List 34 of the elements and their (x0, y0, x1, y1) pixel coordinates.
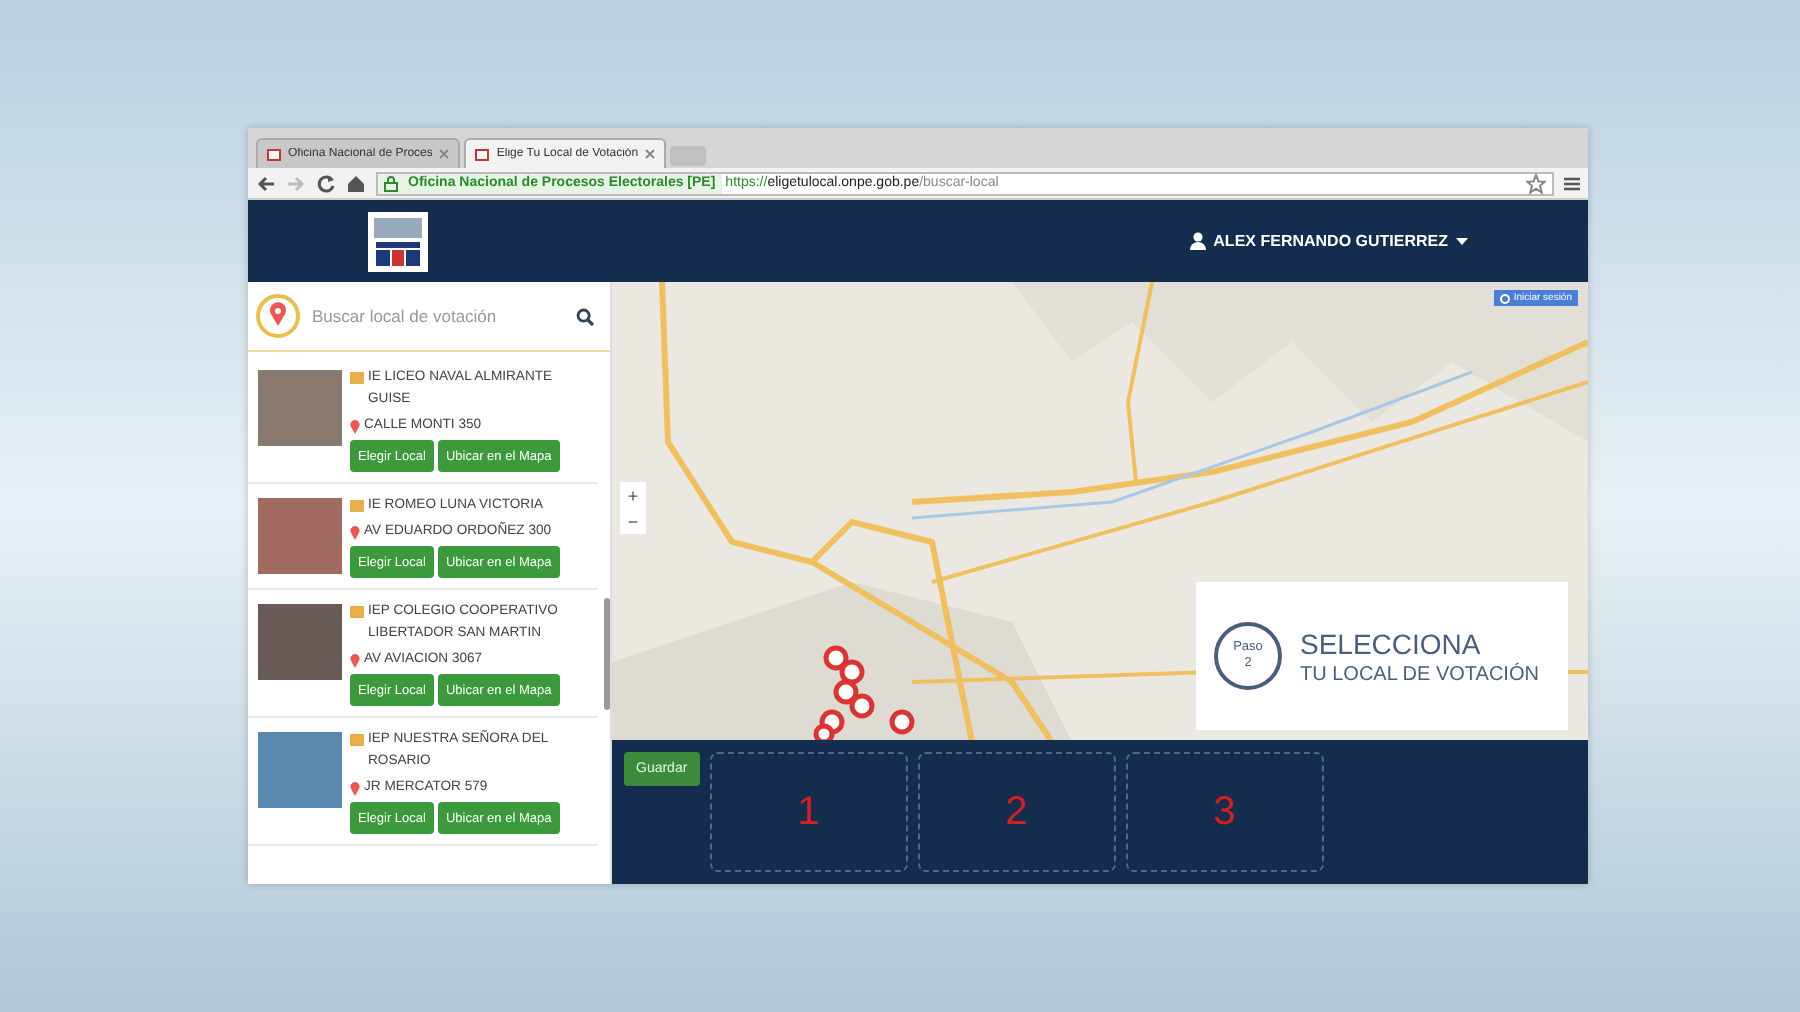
map-pin-icon (350, 526, 360, 540)
close-icon (644, 148, 657, 160)
close-icon (438, 148, 451, 160)
lock-icon (384, 175, 398, 191)
photo-placeholder (258, 498, 342, 574)
menu-icon (1564, 175, 1580, 191)
user-icon (1189, 232, 1206, 250)
map-pin-icon (350, 782, 360, 796)
star-icon (1526, 173, 1546, 193)
photo-placeholder (258, 370, 342, 446)
search-icon (576, 307, 594, 325)
location-pin-icon (256, 294, 300, 338)
favicon-icon (266, 146, 282, 162)
caret-icon (1456, 237, 1468, 245)
user-menu[interactable]: ALEX FERNANDO GUTIERREZ (1189, 232, 1468, 250)
forward-icon (286, 173, 306, 193)
zoom-out-button[interactable]: − (620, 508, 646, 534)
new-tab-button[interactable] (670, 146, 707, 166)
favicon-icon (474, 146, 491, 162)
home-icon (346, 173, 366, 193)
choice-slot[interactable]: 2 (917, 752, 1116, 872)
map-pin-icon (350, 654, 360, 668)
step-subtitle: TU LOCAL DE VOTACIÓN (1300, 663, 1539, 685)
election-logo-icon (368, 211, 428, 271)
choice-slot[interactable]: 3 (1125, 752, 1324, 872)
choice-slot[interactable]: 1 (709, 752, 908, 872)
photo-placeholder (258, 732, 342, 808)
step-title: SELECCIONA (1300, 627, 1483, 659)
reload-icon (316, 173, 336, 193)
back-icon (256, 173, 276, 193)
photo-placeholder (258, 604, 342, 680)
map-pin-icon (350, 420, 360, 434)
zoom-in-button[interactable]: + (620, 482, 646, 508)
scrollbar[interactable] (604, 598, 610, 710)
